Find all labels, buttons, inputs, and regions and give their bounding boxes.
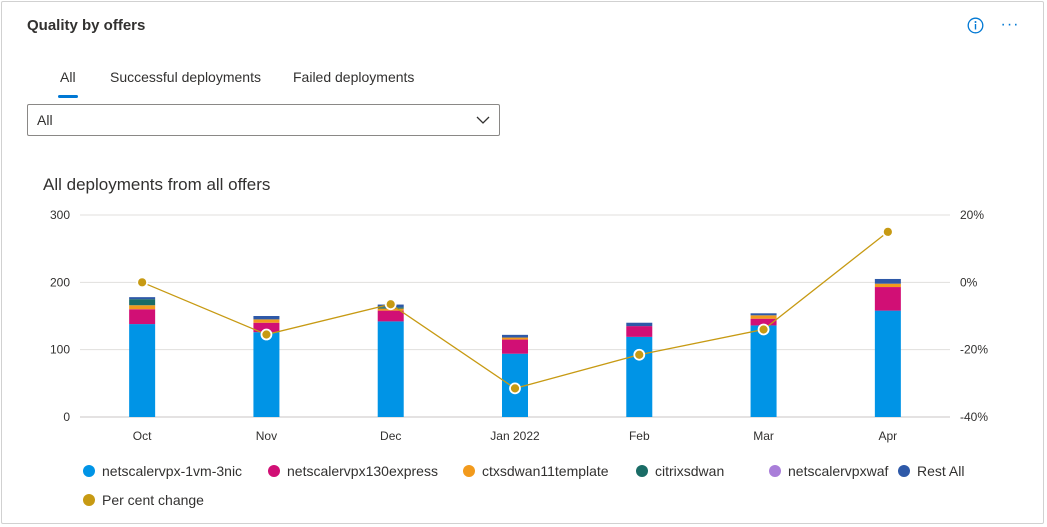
per-cent-change-point <box>384 298 397 311</box>
legend-swatch <box>898 465 910 477</box>
legend-label: ctxsdwan11template <box>482 463 609 479</box>
bar-segment <box>750 325 777 417</box>
legend-item[interactable]: citrixsdwan <box>636 462 724 480</box>
legend-item[interactable]: Rest All <box>898 462 964 480</box>
per-cent-change-point <box>633 348 646 361</box>
bar-segment <box>750 313 777 316</box>
legend-label: citrixsdwan <box>655 463 725 479</box>
bar-segment <box>377 321 404 417</box>
per-cent-change-point <box>509 382 521 395</box>
bar-segment <box>129 305 156 310</box>
legend-label: Rest All <box>917 463 965 479</box>
bar-segment <box>253 332 280 417</box>
legend-item[interactable]: netscalervpx130express <box>268 462 438 480</box>
per-cent-change-point <box>881 225 894 238</box>
x-tick-label: Nov <box>256 429 277 443</box>
legend-label: netscalervpx-1vm-3nic <box>102 463 243 479</box>
legend-label: netscalervpxwaf <box>788 463 889 479</box>
legend-label: netscalervpx130express <box>287 463 438 479</box>
x-tick-label: Feb <box>629 429 650 443</box>
bar-segment <box>253 319 280 323</box>
bar-segment <box>626 326 653 337</box>
legend-item[interactable]: ctxsdwan11template <box>463 462 609 480</box>
bar-segment <box>874 278 901 284</box>
y-right-tick-label: -20% <box>960 343 988 357</box>
bar-segment <box>377 310 404 322</box>
legend-swatch <box>83 465 95 477</box>
bar-segment <box>626 322 653 327</box>
deployments-chart: 300 20% 200 0% 100 -20% 0 -40% Oct Nov Dec Jan 2022… <box>50 208 988 443</box>
bar-segment <box>129 309 156 325</box>
y-left-tick-label: 0 <box>63 410 70 424</box>
bar-segment <box>874 283 901 288</box>
x-tick-label: Jan 2022 <box>490 429 540 443</box>
x-tick-label: Oct <box>133 429 152 443</box>
per-cent-change-point <box>260 328 273 341</box>
legend-swatch <box>463 465 475 477</box>
legend-swatch <box>636 465 648 477</box>
legend-item[interactable]: Per cent change <box>83 491 204 509</box>
legend-item[interactable]: netscalervpx-1vm-3nic <box>83 462 242 480</box>
bar-segment <box>129 324 156 417</box>
x-tick-label: Apr <box>879 429 898 443</box>
x-tick-label: Dec <box>380 429 401 443</box>
bar-segment <box>502 334 528 338</box>
y-left-tick-label: 100 <box>50 343 70 357</box>
legend-swatch <box>268 465 280 477</box>
bar-segment <box>129 297 156 300</box>
y-right-tick-label: -40% <box>960 410 988 424</box>
bar-segment <box>874 287 901 311</box>
bar-segment <box>750 315 777 319</box>
legend-label: Per cent change <box>102 492 204 508</box>
y-right-tick-label: 20% <box>960 208 984 222</box>
per-cent-change-point <box>757 323 770 336</box>
bar-segment <box>874 310 901 417</box>
legend-item[interactable]: netscalervpxwaf <box>769 462 888 480</box>
legend-swatch <box>769 465 781 477</box>
y-left-tick-label: 200 <box>50 275 70 289</box>
legend-swatch <box>83 494 95 506</box>
bar-segment <box>502 339 528 354</box>
per-cent-change-point <box>136 276 149 289</box>
bar-segment <box>253 316 280 320</box>
y-left-tick-label: 300 <box>50 208 70 222</box>
bar-segment <box>129 299 156 306</box>
bar-segment <box>502 337 528 340</box>
y-right-tick-label: 0% <box>960 275 978 289</box>
x-tick-label: Mar <box>753 429 774 443</box>
